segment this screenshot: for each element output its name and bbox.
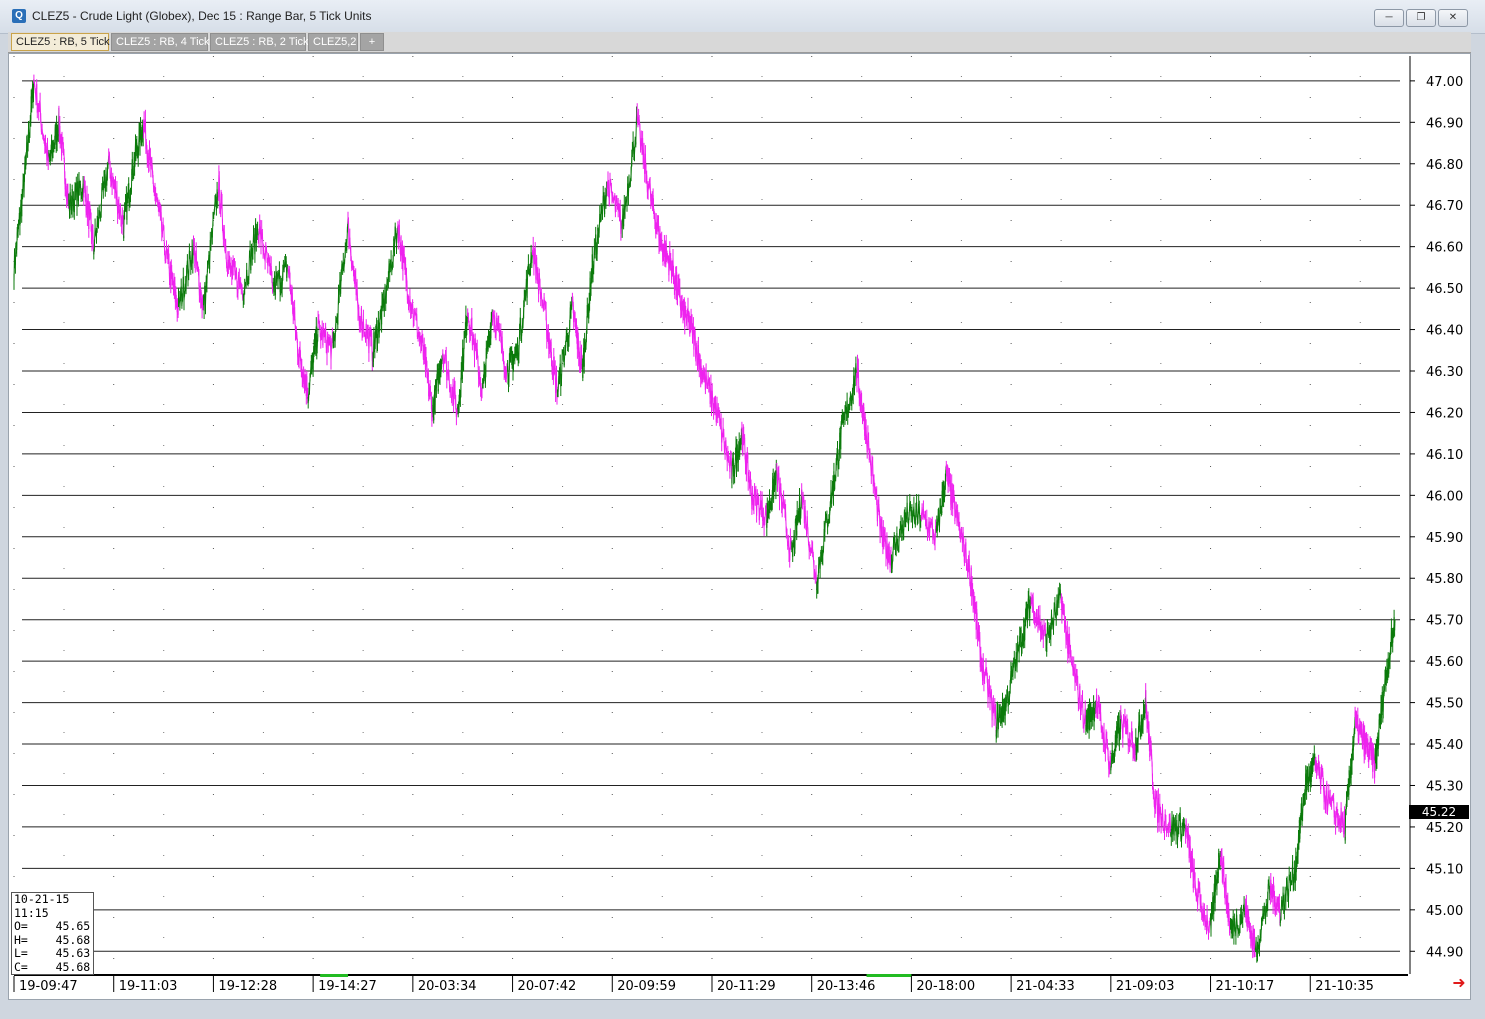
price-segment [346, 229, 348, 251]
price-chart[interactable]: 47.0046.9046.8046.7046.6046.5046.4046.30… [0, 0, 1485, 1019]
price-segment [582, 356, 584, 378]
price-axis: 47.0046.9046.8046.7046.6046.5046.4046.30… [1409, 56, 1463, 974]
price-segment [1169, 815, 1172, 835]
price-series [13, 74, 1396, 963]
price-segment [1162, 806, 1164, 829]
